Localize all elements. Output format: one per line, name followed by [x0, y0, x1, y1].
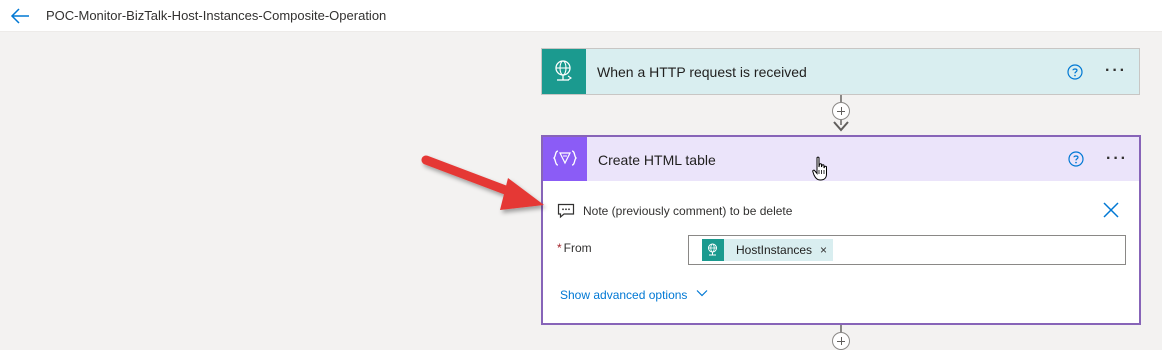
trigger-icon-tile — [542, 49, 586, 94]
token-remove-icon[interactable]: × — [820, 243, 827, 257]
more-options-icon[interactable]: ··· — [1105, 63, 1127, 79]
top-header: POC-Monitor-BizTalk-Host-Instances-Compo… — [0, 0, 1162, 32]
chevron-down-icon[interactable] — [696, 287, 708, 299]
help-circle-icon[interactable] — [1067, 64, 1083, 80]
add-step-button[interactable] — [832, 102, 850, 120]
add-step-button[interactable] — [832, 332, 850, 350]
show-advanced-options-link[interactable]: Show advanced options — [560, 288, 687, 302]
comment-icon — [557, 203, 575, 219]
required-mark: * — [557, 241, 562, 255]
annotation-arrow-icon — [421, 155, 544, 210]
token-icon-tile — [702, 239, 724, 261]
action-card-create-html-table[interactable]: Create HTML table ··· Note (previously c… — [541, 135, 1141, 325]
action-card-header[interactable]: Create HTML table ··· — [543, 137, 1139, 181]
connector-arrow-icon — [833, 121, 849, 132]
token-label: HostInstances — [736, 243, 813, 257]
from-input[interactable]: HostInstances × — [688, 235, 1126, 265]
http-request-globe-icon — [555, 60, 572, 81]
close-icon[interactable] — [1102, 201, 1120, 219]
dynamic-content-token[interactable]: HostInstances × — [702, 239, 834, 261]
http-request-globe-icon — [708, 243, 717, 256]
action-title[interactable]: Create HTML table — [598, 152, 716, 168]
note-text[interactable]: Note (previously comment) to be delete — [583, 204, 792, 218]
more-options-icon[interactable]: ··· — [1106, 151, 1128, 167]
trigger-title[interactable]: When a HTTP request is received — [597, 64, 807, 80]
from-label-text: From — [563, 241, 592, 255]
help-circle-icon[interactable] — [1068, 151, 1084, 167]
from-label: * From — [557, 241, 592, 255]
flow-title: POC-Monitor-BizTalk-Host-Instances-Compo… — [46, 8, 387, 23]
back-arrow-icon[interactable] — [9, 5, 31, 27]
trigger-card-http-request[interactable]: When a HTTP request is received ··· — [541, 48, 1140, 95]
hand-cursor-icon — [812, 156, 827, 181]
